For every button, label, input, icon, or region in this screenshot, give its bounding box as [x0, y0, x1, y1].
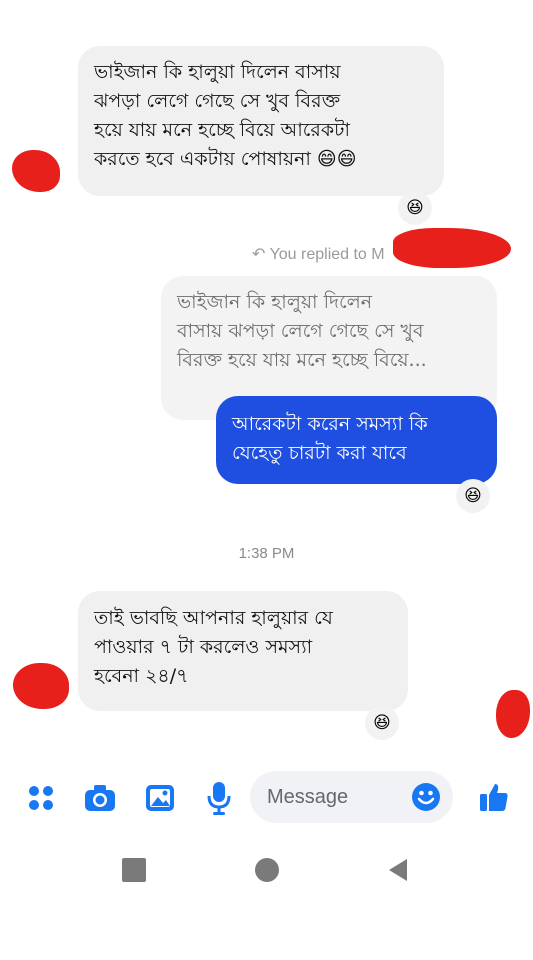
recent-apps-icon[interactable] — [122, 858, 146, 882]
message-input-placeholder: Message — [267, 786, 349, 808]
microphone-icon[interactable] — [202, 779, 236, 817]
like-icon[interactable] — [476, 779, 512, 815]
camera-icon[interactable] — [82, 781, 118, 815]
redacted-avatar-top — [12, 150, 60, 192]
reply-arrow-icon: ↶ — [252, 246, 266, 263]
home-icon[interactable] — [255, 858, 279, 882]
redacted-corner — [496, 690, 530, 738]
reply-indicator-text: You replied to M — [269, 246, 385, 263]
laugh-reaction-icon[interactable]: 😆 — [365, 706, 399, 740]
redacted-avatar-bottom — [13, 663, 69, 709]
message-timestamp: 1:38 PM — [238, 545, 295, 562]
laugh-reaction-icon[interactable]: 😆 — [456, 479, 490, 513]
incoming-message-bubble[interactable]: তাই ভাবছি আপনার হালুয়ার যে পাওয়ার ৭ টা… — [78, 591, 408, 711]
incoming-message-bubble[interactable]: ভাইজান কি হালুয়া দিলেন বাসায় ঝপড়া লেগ… — [78, 46, 444, 196]
menu-dots-icon[interactable] — [24, 781, 58, 815]
redacted-name — [393, 228, 511, 268]
back-icon[interactable] — [385, 857, 411, 883]
emoji-icon[interactable] — [409, 780, 443, 814]
reply-indicator: ↶ You replied to M — [252, 244, 385, 264]
gallery-icon[interactable] — [143, 781, 177, 815]
laugh-reaction-icon[interactable]: 😆 — [398, 191, 432, 225]
outgoing-message-bubble[interactable]: আরেকটা করেন সমস্যা কি যেহেতু চারটা করা য… — [216, 396, 497, 484]
